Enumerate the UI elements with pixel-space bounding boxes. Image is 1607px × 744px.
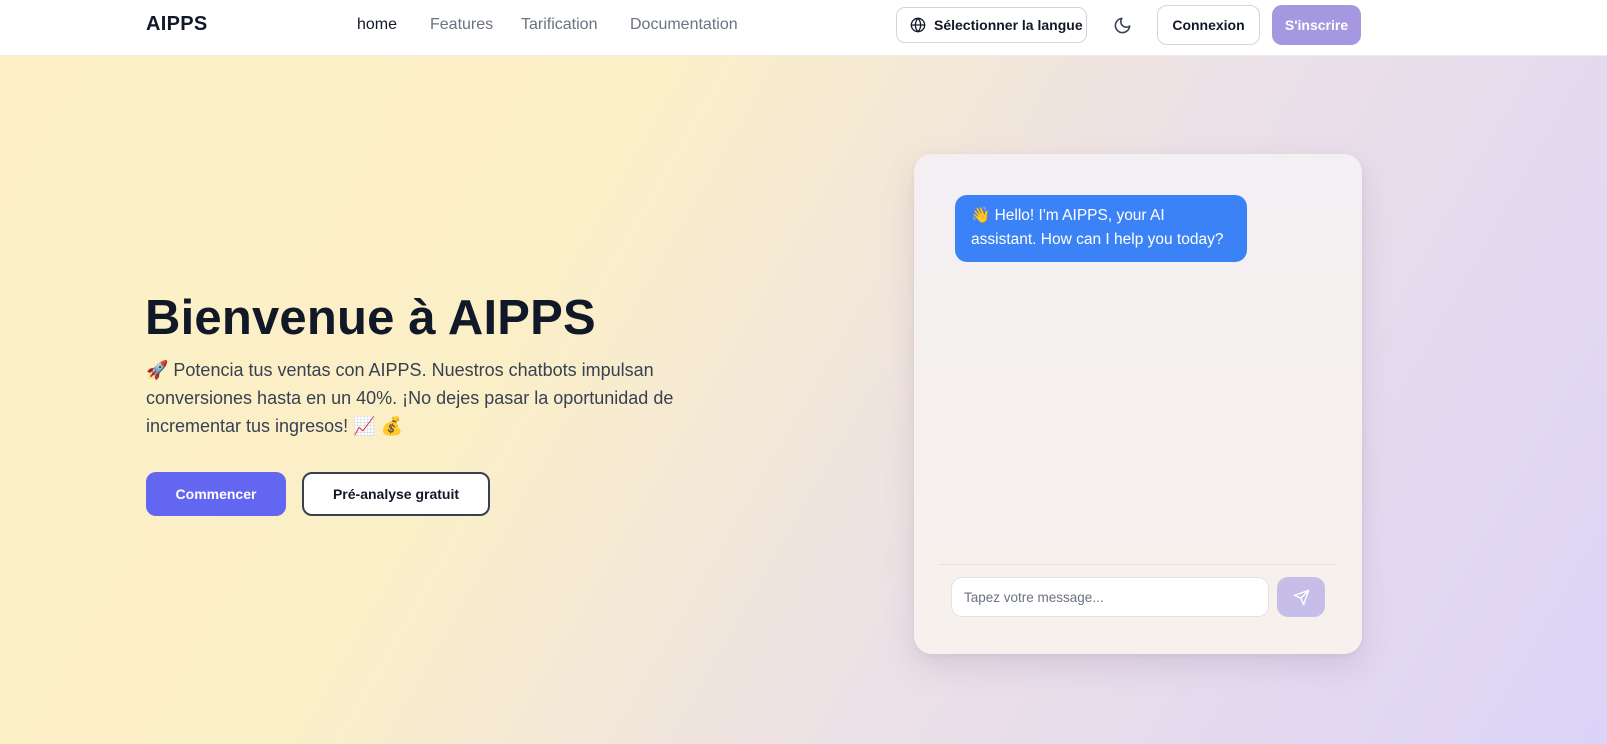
theme-toggle-button[interactable] (1110, 13, 1134, 37)
bot-message-bubble: 👋 Hello! I'm AIPPS, your AI assistant. H… (955, 195, 1247, 262)
nav-features[interactable]: Features (430, 16, 493, 34)
nav-documentation[interactable]: Documentation (630, 16, 738, 34)
send-button[interactable] (1277, 577, 1325, 617)
chat-message-input[interactable] (951, 577, 1269, 617)
hero-subtitle: 🚀 Potencia tus ventas con AIPPS. Nuestro… (146, 360, 674, 436)
globe-icon (910, 17, 926, 33)
top-navbar: AIPPS home Features Tarification Documen… (0, 0, 1607, 56)
login-button[interactable]: Connexion (1157, 5, 1260, 45)
nav-pricing[interactable]: Tarification (521, 16, 597, 34)
language-select-button[interactable]: Sélectionner la langue (896, 7, 1087, 43)
brand-logo[interactable]: AIPPS (146, 13, 208, 36)
signup-button[interactable]: S'inscrire (1272, 5, 1361, 45)
nav-home[interactable]: home (357, 16, 397, 34)
chat-widget: 👋 Hello! I'm AIPPS, your AI assistant. H… (914, 154, 1362, 654)
get-started-button[interactable]: Commencer (146, 472, 286, 516)
chat-divider (939, 564, 1337, 565)
language-button-label: Sélectionner la langue (934, 17, 1083, 33)
hero-title: Bienvenue à AIPPS (145, 291, 596, 345)
send-icon (1293, 589, 1309, 605)
free-pre-analysis-button[interactable]: Pré-analyse gratuit (302, 472, 490, 516)
moon-icon (1114, 17, 1130, 33)
